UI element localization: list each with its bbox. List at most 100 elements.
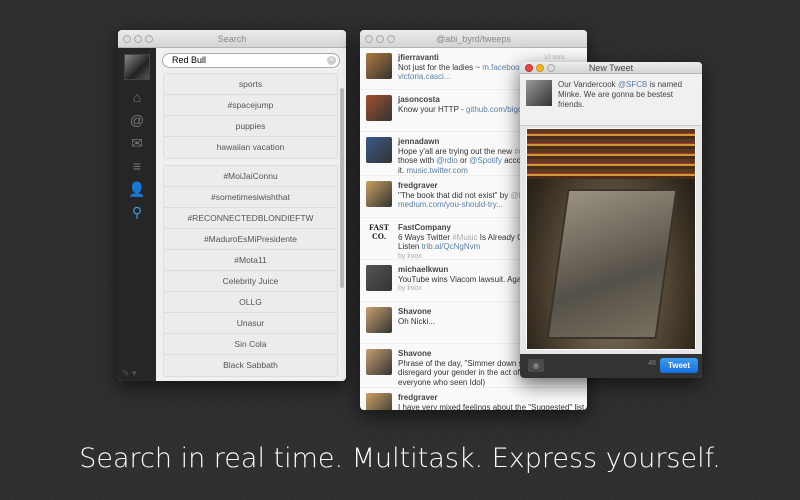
- hashtag-link[interactable]: #Music: [452, 233, 477, 242]
- scrollbar[interactable]: [340, 88, 344, 288]
- trend-item[interactable]: Sin Cola: [164, 334, 337, 355]
- tweet-line: 6 Ways Twitter #Music Is Already Char: [398, 233, 535, 243]
- tweet-compose-field[interactable]: Our Vandercook @SFCB is named Minke. We …: [520, 74, 702, 126]
- trend-item[interactable]: #MoiJaiConnu: [164, 166, 337, 187]
- via-label: by kvox: [398, 252, 422, 260]
- tweet-body: fredgraver "The book that did not exist" …: [398, 181, 532, 212]
- avatar[interactable]: [366, 53, 392, 79]
- avatar[interactable]: [366, 307, 392, 333]
- trend-item[interactable]: #sometimesiwishthat: [164, 187, 337, 208]
- tweet-line: Hope y'all are trying out the new #mus: [398, 147, 536, 157]
- tweet-text: YouTube wins Viacom lawsuit. Again.: [398, 274, 530, 284]
- avatar[interactable]: [366, 349, 392, 375]
- mention-link[interactable]: @SFCB: [618, 80, 647, 89]
- title-bar: New Tweet: [520, 62, 702, 74]
- search-input[interactable]: Red Bull ×: [162, 53, 340, 68]
- tweet-line: Phrase of the day, "Simmer down sir.": [398, 359, 535, 369]
- avatar[interactable]: [366, 137, 392, 163]
- tweet-text: Listen: [398, 242, 422, 251]
- attached-photo[interactable]: [526, 128, 696, 350]
- tweet-text: Know your HTTP -: [398, 104, 466, 114]
- tweet-text: Not just for the ladies ~: [398, 62, 483, 72]
- window-title: Search: [217, 34, 247, 44]
- mentions-icon[interactable]: @: [118, 109, 156, 132]
- avatar: [526, 80, 552, 106]
- trend-item[interactable]: Black Sabbath: [164, 355, 337, 376]
- tweet-line: Oh Nicki...: [398, 317, 435, 327]
- trend-item[interactable]: #Mota11: [164, 250, 337, 271]
- saved-search-item[interactable]: puppies: [164, 116, 337, 137]
- trend-item[interactable]: OLLG: [164, 292, 337, 313]
- window-title: New Tweet: [588, 63, 634, 73]
- tweet-line: I have very mixed feelings about the "Su…: [398, 403, 587, 411]
- messages-icon[interactable]: ✉: [118, 132, 156, 155]
- tweet-link[interactable]: @Spotify: [469, 156, 502, 165]
- tweet-row[interactable]: fredgraver I have very mixed feelings abo…: [360, 388, 587, 410]
- tweet-line: those with @rdio or @Spotify accounts: [398, 156, 536, 166]
- avatar[interactable]: [366, 181, 392, 207]
- tweet-line: "The book that did not exist" by @livia: [398, 191, 532, 201]
- tweet-text: everyone who seen Idol): [398, 377, 486, 387]
- tweet-author[interactable]: Shavone: [398, 307, 435, 317]
- avatar[interactable]: [366, 393, 392, 410]
- saved-search-item[interactable]: sports: [164, 74, 337, 95]
- window-controls[interactable]: [525, 64, 555, 72]
- tweet-body: Shavone Phrase of the day, "Simmer down s…: [398, 349, 535, 387]
- tweet-line: victoria.casci...: [398, 72, 534, 82]
- avatar[interactable]: [124, 54, 150, 80]
- sidebar: ⌂ @ ✉ ≡ 👤 ⚲ ✎ ▾: [118, 48, 156, 381]
- tweet-text: Hope y'all are trying out the new: [398, 146, 515, 156]
- via-label: by kvox: [398, 285, 422, 292]
- trend-item[interactable]: #RECONNECTEDBLONDIEFTW: [164, 208, 337, 229]
- tweet-author[interactable]: fredgraver: [398, 393, 587, 403]
- camera-icon[interactable]: ◉: [528, 359, 544, 372]
- tweet-button[interactable]: Tweet: [660, 358, 698, 373]
- tweet-line: YouTube wins Viacom lawsuit. Again.: [398, 275, 530, 285]
- lists-icon[interactable]: ≡: [118, 155, 156, 178]
- tweet-text: "The book that did not exist" by: [398, 190, 511, 200]
- trend-item[interactable]: #MaduroEsMiPresidente: [164, 229, 337, 250]
- tweet-line: Listen trib.al/QcNgNvm: [398, 242, 535, 252]
- search-icon[interactable]: ⚲: [118, 201, 156, 224]
- profile-icon[interactable]: 👤: [118, 178, 156, 201]
- tweet-author[interactable]: jfierravanti: [398, 53, 534, 63]
- compose-icon[interactable]: ✎ ▾: [122, 368, 137, 379]
- tweet-author[interactable]: Shavone: [398, 349, 535, 359]
- tweet-body: jfierravanti Not just for the ladies ~ m.…: [398, 53, 534, 84]
- saved-searches: sports #spacejump puppies hawaiian vacation: [163, 73, 338, 159]
- clear-icon[interactable]: ×: [327, 56, 336, 65]
- new-tweet-window: New Tweet Our Vandercook @SFCB is named …: [520, 62, 702, 378]
- tweet-author[interactable]: michaelkwun: [398, 265, 530, 275]
- tweet-author[interactable]: FastCompany: [398, 223, 535, 233]
- tweet-line: disregard your gender in the act of say: [398, 368, 535, 378]
- tweet-text: Oh Nicki...: [398, 316, 435, 326]
- saved-search-item[interactable]: hawaiian vacation: [164, 137, 337, 158]
- window-controls[interactable]: [365, 35, 395, 43]
- trend-item[interactable]: Unasur: [164, 313, 337, 334]
- trending-topics: #MoiJaiConnu #sometimesiwishthat #RECONNEC…: [163, 165, 338, 377]
- tweet-author[interactable]: jennadawn: [398, 137, 536, 147]
- tweet-body: michaelkwun YouTube wins Viacom lawsuit. …: [398, 265, 530, 296]
- tweet-link[interactable]: music.twitter.com: [406, 166, 467, 175]
- tweet-link[interactable]: victoria.casci...: [398, 72, 450, 81]
- tweet-text: Our Vandercook: [558, 80, 618, 89]
- fast-company-logo[interactable]: FAST CO.: [366, 223, 392, 249]
- avatar[interactable]: [366, 95, 392, 121]
- tweet-author[interactable]: fredgraver: [398, 181, 532, 191]
- home-icon[interactable]: ⌂: [118, 86, 156, 109]
- search-query: Red Bull: [172, 55, 207, 65]
- tweet-line: everyone who seen Idol): [398, 378, 535, 388]
- tweet-body: FastCompany 6 Ways Twitter #Music Is Alre…: [398, 223, 535, 259]
- avatar[interactable]: [366, 265, 392, 291]
- tweet-author[interactable]: jasoncosta: [398, 95, 533, 105]
- trend-item[interactable]: Celebrity Juice: [164, 271, 337, 292]
- tweet-link[interactable]: @rdio: [436, 156, 457, 165]
- window-title: @abi_byrd/tweeps: [436, 34, 511, 44]
- char-count: 46: [648, 360, 656, 367]
- saved-search-item[interactable]: #spacejump: [164, 95, 337, 116]
- tweet-link[interactable]: trib.al/QcNgNvm: [422, 242, 481, 251]
- window-controls[interactable]: [123, 35, 153, 43]
- tweet-link[interactable]: medium.com/you-should-try...: [398, 200, 503, 209]
- search-window: Search ⌂ @ ✉ ≡ 👤 ⚲ ✎ ▾ Red Bull × sports #…: [118, 30, 346, 381]
- tweet-line: medium.com/you-should-try...: [398, 200, 532, 210]
